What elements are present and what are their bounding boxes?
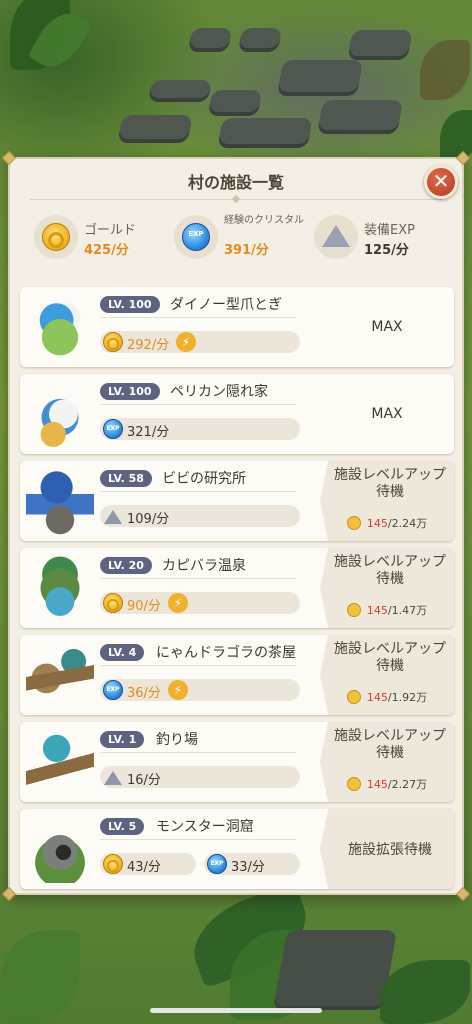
monster-cave-thumbnail: [26, 815, 94, 883]
level-badge: LV. 4: [100, 644, 145, 661]
levelup-cost: 145/1.47万: [320, 602, 454, 618]
resource-label: 装備EXP: [364, 223, 415, 238]
exp-crystal-icon: EXP: [182, 223, 210, 251]
facility-name: ダイノー型爪とぎ: [170, 297, 282, 313]
level-badge: LV. 58: [100, 470, 152, 487]
levelup-cost: 145/2.24万: [320, 515, 454, 531]
rate-value: 90/分: [127, 599, 161, 614]
level-badge: LV. 20: [100, 557, 152, 574]
equipment-crystal-icon: [322, 225, 350, 247]
production-rate: EXP 321/分: [100, 418, 300, 440]
boost-icon: ⚡: [168, 680, 188, 700]
level-badge: LV. 100: [100, 383, 160, 400]
rate-value: 292/分: [127, 338, 170, 353]
level-badge: LV. 100: [100, 296, 160, 313]
capybara-hotspring-thumbnail: [26, 554, 94, 622]
rate-value: 321/分: [127, 425, 170, 440]
equipment-crystal-icon: [103, 506, 123, 526]
title-divider: [30, 199, 442, 200]
facility-row[interactable]: LV. 100 ペリカン隠れ家 EXP 321/分 MAX: [20, 374, 454, 454]
status-levelup-waiting: 施設レベルアップ待機 145/1.47万: [320, 548, 454, 628]
boost-icon: ⚡: [176, 332, 196, 352]
resource-value: 425/分: [84, 243, 129, 258]
resource-exp-crystal: EXP 経験のクリスタル 391/分: [174, 211, 314, 263]
facility-name: にゃんドラゴラの茶屋: [156, 645, 296, 661]
exp-crystal-icon: EXP: [103, 680, 123, 700]
production-rate: EXP 36/分 ⚡: [100, 679, 300, 701]
home-indicator[interactable]: [150, 1008, 322, 1013]
rate-value: 109/分: [127, 512, 170, 527]
facility-name: モンスター洞窟: [156, 819, 254, 835]
exp-crystal-icon: EXP: [103, 419, 123, 439]
gold-coin-icon: [42, 223, 70, 251]
close-icon[interactable]: ✕: [433, 169, 450, 193]
resource-label: 経験のクリスタル: [224, 215, 304, 226]
close-button[interactable]: ✕: [424, 165, 458, 199]
production-rate: 16/分: [100, 766, 300, 788]
equipment-crystal-icon: [103, 767, 123, 787]
status-levelup-waiting: 施設レベルアップ待機 145/1.92万: [320, 635, 454, 715]
facility-row[interactable]: LV. 4 にゃんドラゴラの茶屋 EXP 36/分 ⚡ 施設レベルアップ待機 1…: [20, 635, 454, 715]
bibi-laboratory-thumbnail: [26, 467, 94, 535]
facility-list-panel: 村の施設一覧 ✕ ゴールド 425/分 EXP 経験のクリスタル 391/分 装…: [1, 150, 471, 902]
facility-row[interactable]: LV. 1 釣り場 16/分 施設レベルアップ待機 145/2.27万: [20, 722, 454, 802]
gold-coin-icon: [346, 777, 361, 791]
facility-name: ビビの研究所: [162, 471, 246, 487]
resource-value: 125/分: [364, 243, 409, 258]
nyan-dragora-teahouse-thumbnail: [26, 641, 94, 709]
facility-name: カピバラ温泉: [162, 558, 246, 574]
production-rate: 90/分 ⚡: [100, 592, 300, 614]
status-levelup-waiting: 施設レベルアップ待機 145/2.24万: [320, 461, 454, 541]
production-rate: EXP 33/分: [204, 853, 300, 875]
resource-equipment-exp: 装備EXP 125/分: [314, 211, 454, 263]
boost-icon: ⚡: [168, 593, 188, 613]
gold-coin-icon: [103, 854, 123, 874]
status-text: 施設レベルアップ待機: [334, 641, 446, 674]
rate-value: 36/分: [127, 686, 161, 701]
facility-row[interactable]: LV. 100 ダイノー型爪とぎ 292/分 ⚡ MAX: [20, 287, 454, 367]
status-max: MAX: [371, 319, 403, 335]
exp-crystal-icon: EXP: [207, 854, 227, 874]
pelican-hideout-thumbnail: [26, 380, 94, 448]
panel-title: 村の施設一覧: [187, 173, 284, 192]
production-rate: 109/分: [100, 505, 300, 527]
resource-label: ゴールド: [84, 223, 137, 238]
levelup-cost: 145/1.92万: [320, 689, 454, 705]
facility-row[interactable]: LV. 5 モンスター洞窟 43/分 EXP 33/分 施設拡張待機: [20, 809, 454, 889]
resource-value: 391/分: [224, 243, 269, 258]
gold-coin-icon: [103, 332, 123, 352]
status-text: 施設拡張待機: [348, 842, 432, 858]
status-levelup-waiting: 施設レベルアップ待機 145/2.27万: [320, 722, 454, 802]
rate-value: 16/分: [127, 773, 161, 788]
facility-name: 釣り場: [156, 732, 198, 748]
levelup-cost: 145/2.27万: [320, 776, 454, 792]
gold-coin-icon: [346, 690, 361, 704]
dino-scratcher-thumbnail: [26, 293, 94, 361]
status-text: 施設レベルアップ待機: [334, 467, 446, 500]
resource-gold: ゴールド 425/分: [34, 211, 174, 263]
rate-value: 33/分: [231, 860, 265, 875]
facility-row[interactable]: LV. 20 カピバラ温泉 90/分 ⚡ 施設レベルアップ待機 145/1.47…: [20, 548, 454, 628]
status-text: 施設レベルアップ待機: [334, 554, 446, 587]
facility-name: ペリカン隠れ家: [170, 384, 268, 400]
gold-coin-icon: [103, 593, 123, 613]
facility-row[interactable]: LV. 58 ビビの研究所 109/分 施設レベルアップ待機 145/2.24万: [20, 461, 454, 541]
rate-value: 43/分: [127, 860, 161, 875]
gold-coin-icon: [346, 516, 361, 530]
production-rate: 43/分: [100, 853, 196, 875]
level-badge: LV. 5: [100, 818, 145, 835]
gold-coin-icon: [346, 603, 361, 617]
level-badge: LV. 1: [100, 731, 145, 748]
status-max: MAX: [371, 406, 403, 422]
status-text: 施設レベルアップ待機: [334, 728, 446, 761]
fishing-spot-thumbnail: [26, 728, 94, 796]
production-rate: 292/分 ⚡: [100, 331, 300, 353]
status-expansion-waiting: 施設拡張待機: [320, 809, 454, 889]
